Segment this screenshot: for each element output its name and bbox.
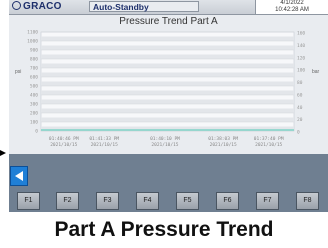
- y-right-tick-label: 80: [297, 80, 303, 86]
- plot-band: [41, 36, 294, 41]
- hmi-screen: GRACO Auto-Standby 4/1/2022 10:42:28 AM …: [9, 0, 328, 212]
- x-tick-date: 2021/10/15: [91, 142, 118, 148]
- y-left-unit: psi: [15, 69, 21, 75]
- function-key-f2[interactable]: F2: [56, 192, 79, 210]
- caption: Part A Pressure Trend: [54, 218, 274, 241]
- y-right-tick-label: 40: [297, 105, 303, 111]
- x-tick-time: 01:41:33 PM: [89, 136, 119, 142]
- plot-band: [41, 81, 294, 86]
- plot-band: [41, 90, 294, 95]
- x-tick-time: 01:37:40 PM: [254, 136, 284, 142]
- top-bar: GRACO Auto-Standby 4/1/2022 10:42:28 AM: [9, 0, 328, 15]
- x-tick-date: 2021/10/15: [50, 142, 77, 148]
- callout-pointer: [0, 150, 6, 156]
- plot-band: [41, 45, 294, 50]
- function-key-f8[interactable]: F8: [296, 192, 319, 210]
- y-left-tick-label: 500: [30, 84, 38, 90]
- function-key-bar: F1 F2 F3 F4 F5 F6 F7 F8: [9, 192, 328, 212]
- plot-band: [41, 117, 294, 122]
- back-button[interactable]: [10, 166, 28, 186]
- function-key-f1[interactable]: F1: [17, 192, 40, 210]
- left-arrow-icon: [15, 171, 23, 181]
- brand-logo: GRACO: [12, 1, 62, 12]
- pressure-trend-chart: 1100100090080070060050040030020010001601…: [15, 30, 320, 149]
- x-tick-date: 2021/10/15: [255, 142, 282, 148]
- y-right-tick-label: 160: [297, 31, 305, 37]
- y-left-tick-label: 400: [30, 93, 38, 99]
- plot-band: [41, 63, 294, 68]
- y-right-unit: bar: [312, 69, 320, 75]
- plot-band: [41, 54, 294, 59]
- y-left-tick-label: 900: [30, 48, 38, 54]
- plot-band: [41, 108, 294, 113]
- y-left-tick-label: 1100: [27, 30, 38, 36]
- x-tick-time: 01:38:03 PM: [208, 136, 238, 142]
- y-left-tick-label: 200: [30, 111, 38, 117]
- y-left-tick-label: 700: [30, 66, 38, 72]
- date-time-display: 4/1/2022 10:42:28 AM: [255, 0, 328, 14]
- time-display: 10:42:28 AM: [275, 6, 309, 13]
- function-key-f3[interactable]: F3: [96, 192, 119, 210]
- function-key-f6[interactable]: F6: [216, 192, 239, 210]
- trend-panel: Pressure Trend Part A 1100 1000 900 800 700 6…: [9, 15, 328, 154]
- x-tick-time: 01:40:10 PM: [150, 136, 180, 142]
- x-tick-time: 01:40:46 PM: [49, 136, 79, 142]
- y-left-tick-label: 300: [30, 102, 38, 108]
- plot-band: [41, 72, 294, 77]
- y-right-tick-label: 60: [297, 92, 303, 98]
- graco-logo-icon: [12, 1, 21, 10]
- y-right-tick-label: 100: [297, 68, 305, 74]
- y-right-tick-label: 120: [297, 55, 305, 61]
- y-left-tick-label: 0: [35, 129, 38, 135]
- plot-band: [41, 99, 294, 104]
- status-indicator: Auto-Standby: [89, 1, 199, 12]
- y-left-tick-label: 100: [30, 120, 38, 126]
- brand-name: GRACO: [23, 1, 62, 12]
- x-tick-date: 2021/10/15: [151, 142, 178, 148]
- function-key-f7[interactable]: F7: [256, 192, 279, 210]
- function-key-f5[interactable]: F5: [176, 192, 199, 210]
- x-tick-date: 2021/10/15: [210, 142, 237, 148]
- y-left-tick-label: 600: [30, 75, 38, 81]
- y-right-tick-label: 0: [297, 130, 300, 136]
- y-left-tick-label: 800: [30, 57, 38, 63]
- function-key-f4[interactable]: F4: [136, 192, 159, 210]
- y-right-tick-label: 20: [297, 117, 303, 123]
- y-right-tick-label: 140: [297, 43, 305, 49]
- y-left-tick-label: 1000: [27, 39, 38, 45]
